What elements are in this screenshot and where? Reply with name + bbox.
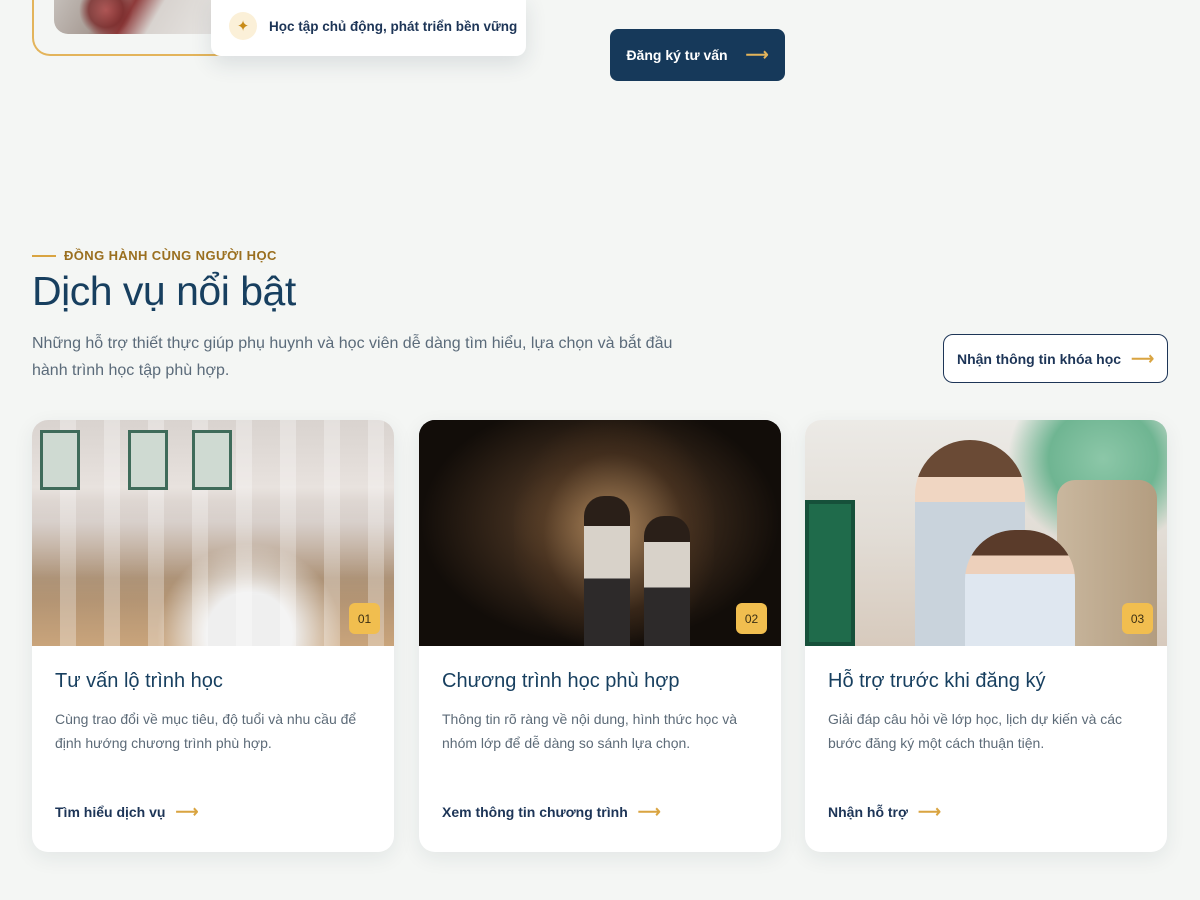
- hero-photo: [54, 0, 224, 34]
- card-link-label: Tìm hiểu dịch vụ: [55, 804, 166, 820]
- course-info-button[interactable]: Nhận thông tin khóa học ⟶: [943, 334, 1168, 383]
- section-title: Dịch vụ nổi bật: [32, 268, 296, 314]
- section-eyebrow: ĐỒNG HÀNH CÙNG NGƯỜI HỌC: [32, 248, 277, 263]
- arrow-right-icon: ⟶: [175, 804, 199, 821]
- eyebrow-line: [32, 254, 56, 257]
- card-text: Cùng trao đổi về mục tiêu, độ tuổi và nh…: [55, 711, 357, 751]
- tutoring-photo: 03: [805, 420, 1167, 646]
- card-number-badge: 02: [736, 603, 767, 634]
- card-link-get-support[interactable]: Nhận hỗ trợ ⟶: [828, 802, 941, 822]
- arrow-right-icon: ⟶: [1131, 350, 1155, 368]
- arrow-right-icon: ⟶: [637, 804, 661, 821]
- service-card-3: 03 Hỗ trợ trước khi đăng ký Giải đáp câu…: [805, 420, 1167, 852]
- card-link-label: Xem thông tin chương trình: [442, 804, 628, 820]
- card-title: Tư vấn lộ trình học: [55, 670, 223, 692]
- card-link-program-info[interactable]: Xem thông tin chương trình ⟶: [442, 802, 661, 822]
- service-card-2: 02 Chương trình học phù hợp Thông tin rõ…: [419, 420, 781, 852]
- service-card-1: 01 Tư vấn lộ trình học Cùng trao đổi về …: [32, 420, 394, 852]
- card-text: Giải đáp câu hỏi về lớp học, lịch dự kiế…: [828, 711, 1123, 751]
- eyebrow-text: ĐỒNG HÀNH CÙNG NGƯỜI HỌC: [64, 248, 277, 263]
- arrow-right-icon: ⟶: [745, 47, 769, 64]
- card-link-label: Nhận hỗ trợ: [828, 804, 908, 820]
- card-title: Chương trình học phù hợp: [442, 670, 680, 692]
- sparkle-icon: ✦: [229, 12, 257, 40]
- hero-badge-text: Học tập chủ động, phát triển bền vững: [269, 18, 518, 34]
- card-title: Hỗ trợ trước khi đăng ký: [828, 670, 1046, 692]
- card-number-badge: 01: [349, 603, 380, 634]
- hero-badge: ✦ Học tập chủ động, phát triển bền vững: [211, 0, 526, 56]
- arrow-right-icon: ⟶: [917, 804, 941, 821]
- register-consultation-label: Đăng ký tư vấn: [626, 47, 728, 63]
- register-consultation-button[interactable]: Đăng ký tư vấn ⟶: [610, 29, 785, 81]
- card-text: Thông tin rõ ràng về nội dung, hình thức…: [442, 711, 738, 751]
- card-link-learn-service[interactable]: Tìm hiểu dịch vụ ⟶: [55, 802, 198, 822]
- classroom-photo: 01: [32, 420, 394, 646]
- section-description: Những hỗ trợ thiết thực giúp phụ huynh v…: [32, 335, 673, 379]
- dance-photo: 02: [419, 420, 781, 646]
- course-info-label: Nhận thông tin khóa học: [956, 350, 1122, 367]
- card-number-badge: 03: [1122, 603, 1153, 634]
